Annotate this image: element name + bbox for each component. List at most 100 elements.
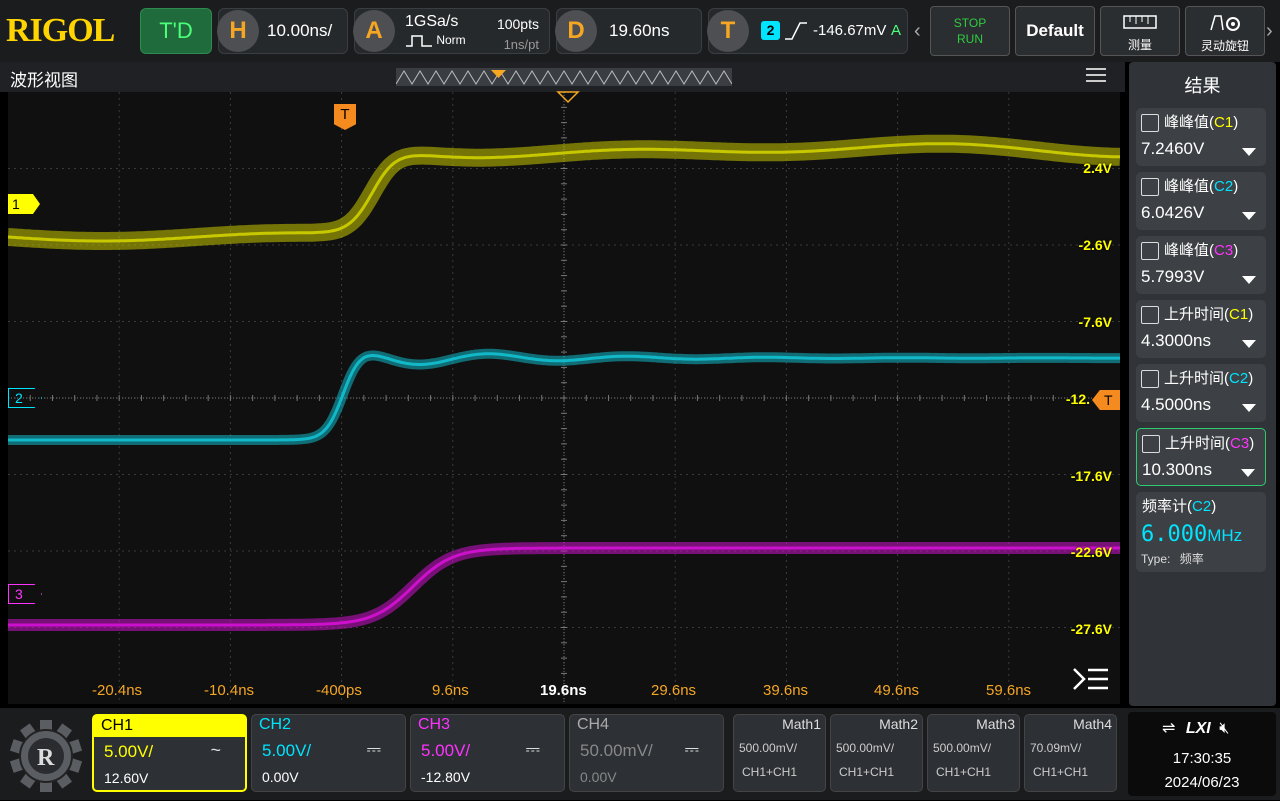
counter-unit: MHz <box>1207 526 1243 545</box>
dropdown-arrow-icon[interactable] <box>1242 276 1256 284</box>
channel-name: CH4 <box>577 716 610 733</box>
counter-source: C2 <box>1192 498 1212 515</box>
acq-mode-area: Norm <box>405 33 466 48</box>
counter-type-value: 频率 <box>1179 552 1204 566</box>
home-gear-logo[interactable]: R <box>6 716 88 796</box>
y-label: 2.4V <box>1083 160 1112 176</box>
counter-label: 频率计(C2) <box>1142 498 1217 515</box>
measurement-label: 峰峰值(C3) <box>1164 242 1239 259</box>
channel-3-box[interactable]: CH3 5.00V/ ⎓ -12.80V <box>410 714 565 792</box>
dropdown-arrow-icon[interactable] <box>1242 340 1256 348</box>
measurement-value: 10.300ns <box>1142 460 1212 479</box>
math-scale: 70.09mV/ <box>1030 741 1082 755</box>
measurement-value: 7.2460V <box>1141 139 1205 158</box>
waveform-display[interactable]: T 1 2 3 T 2.4V -2.6V -7.6V -12. -17.6V -… <box>8 90 1120 704</box>
scroll-right-arrow[interactable]: › <box>1266 8 1278 54</box>
measurement-name: 峰峰值 <box>1164 242 1210 259</box>
measurement-item[interactable]: 上升时间(C2) 4.5000ns <box>1136 364 1266 422</box>
trigger-settings[interactable]: T 2 -146.67mV A <box>707 8 908 54</box>
math-expression: CH1+CH1 <box>839 765 895 779</box>
dropdown-arrow-icon[interactable] <box>1242 404 1256 412</box>
clock-date: 2024/06/23 <box>1164 774 1240 791</box>
y-label: -12. <box>1065 391 1090 407</box>
trigger-badge: T <box>707 10 749 52</box>
measure-label: 测量 <box>1127 38 1152 52</box>
math-expression: CH1+CH1 <box>936 765 992 779</box>
measurement-icon <box>1141 178 1159 196</box>
measurement-icon <box>1142 435 1160 453</box>
delay-settings[interactable]: D 19.60ns <box>555 8 702 54</box>
acquisition-settings[interactable]: A 1GSa/s Norm 100pts 1ns/pt <box>353 8 550 54</box>
channel-name: CH2 <box>259 716 292 733</box>
waveform-view-header: 波形视图 <box>0 62 1125 92</box>
measurement-item[interactable]: 上升时间(C1) 4.3000ns <box>1136 300 1266 358</box>
channel-scale: 5.00V/ <box>421 741 471 760</box>
coupling-icon: ~ <box>210 740 221 760</box>
speaker-muted-icon[interactable]: 🔇︎ <box>1219 720 1229 737</box>
menu-icon[interactable] <box>1086 68 1106 82</box>
memory-overview-bar[interactable] <box>396 68 732 86</box>
x-label: -400ps <box>316 682 362 699</box>
graticule <box>8 92 1120 704</box>
x-label: -20.4ns <box>92 682 143 699</box>
svg-text:R: R <box>37 745 55 771</box>
horizontal-settings[interactable]: H 10.00ns/ <box>217 8 348 54</box>
scroll-left-arrow[interactable]: ‹ <box>914 8 924 54</box>
default-label: Default <box>1026 21 1084 40</box>
measurement-source: C2 <box>1229 370 1249 387</box>
measurement-item[interactable]: 峰峰值(C2) 6.0426V <box>1136 172 1266 230</box>
knob-gear-icon <box>1210 15 1240 31</box>
x-label: 9.6ns <box>432 682 469 699</box>
rising-edge-icon <box>785 22 807 40</box>
default-button[interactable]: Default <box>1015 6 1095 56</box>
math-3-box[interactable]: Math3 500.00mV/CH1+CH1 <box>927 714 1020 792</box>
multipurpose-knob-button[interactable]: 灵动旋钮 <box>1185 6 1265 56</box>
dropdown-arrow-icon[interactable] <box>1242 212 1256 220</box>
x-label: 59.6ns <box>986 682 1032 699</box>
counter-name: 频率计 <box>1142 498 1188 515</box>
measurement-item[interactable]: 上升时间(C3) 10.300ns <box>1136 428 1266 486</box>
measurement-value: 6.0426V <box>1141 203 1205 222</box>
brand-logo: RIGOL <box>6 12 115 49</box>
x-label: 49.6ns <box>874 682 920 699</box>
pulse-icon <box>406 35 432 47</box>
frequency-counter[interactable]: 频率计(C2) 6.000MHz Type: 频率 <box>1136 492 1266 572</box>
dropdown-arrow-icon[interactable] <box>1242 148 1256 156</box>
trigger-position-marker[interactable] <box>556 90 580 104</box>
mode-td-button[interactable]: T'D <box>140 8 212 54</box>
mode-label: T'D <box>159 18 193 43</box>
measurement-name: 上升时间 <box>1164 370 1225 387</box>
delay-badge: D <box>555 10 597 52</box>
math-4-box[interactable]: Math4 70.09mV/CH1+CH1 <box>1024 714 1117 792</box>
dropdown-arrow-icon[interactable] <box>1241 469 1255 477</box>
math-name: Math3 <box>976 716 1015 732</box>
run-stop-button[interactable]: STOP RUN <box>930 6 1010 56</box>
channel-1-box[interactable]: CH1 5.00V/ ~12.60V <box>92 714 247 792</box>
measurement-name: 上升时间 <box>1165 435 1226 452</box>
status-icons: ⇌ LXI 🔇︎ <box>1162 718 1229 738</box>
ch3-trace <box>8 546 1120 627</box>
results-title: 结果 <box>1184 76 1221 96</box>
math-name: Math4 <box>1073 716 1112 732</box>
channel-4-box[interactable]: CH4 50.00mV/ ⎓ 0.00V <box>569 714 724 792</box>
waveform-view-title: 波形视图 <box>10 71 78 90</box>
ch1-trace-envelope <box>8 134 1120 250</box>
channel-scale: 5.00V/ <box>104 742 154 761</box>
math-2-box[interactable]: Math2 500.00mV/CH1+CH1 <box>830 714 923 792</box>
x-label: 29.6ns <box>651 682 697 699</box>
measure-button[interactable]: 测量 <box>1100 6 1180 56</box>
measurement-item[interactable]: 峰峰值(C3) 5.7993V <box>1136 236 1266 294</box>
collapse-menu-icon[interactable] <box>1072 666 1110 692</box>
measurement-name: 峰峰值 <box>1164 178 1210 195</box>
channel-2-box[interactable]: CH2 5.00V/ ⎓ 0.00V <box>251 714 406 792</box>
measurement-source: C2 <box>1214 178 1234 195</box>
delay-value: 19.60ns <box>609 21 670 40</box>
math-expression: CH1+CH1 <box>1033 765 1089 779</box>
ruler-icon <box>1123 15 1157 29</box>
waveform-canvas <box>8 92 1120 704</box>
stop-label: STOP <box>953 16 987 30</box>
math-1-box[interactable]: Math1 500.00mV/CH1+CH1 <box>733 714 826 792</box>
measurement-item[interactable]: 峰峰值(C1) 7.2460V <box>1136 108 1266 166</box>
math-name: Math1 <box>782 716 821 732</box>
measurement-source: C1 <box>1229 306 1249 323</box>
